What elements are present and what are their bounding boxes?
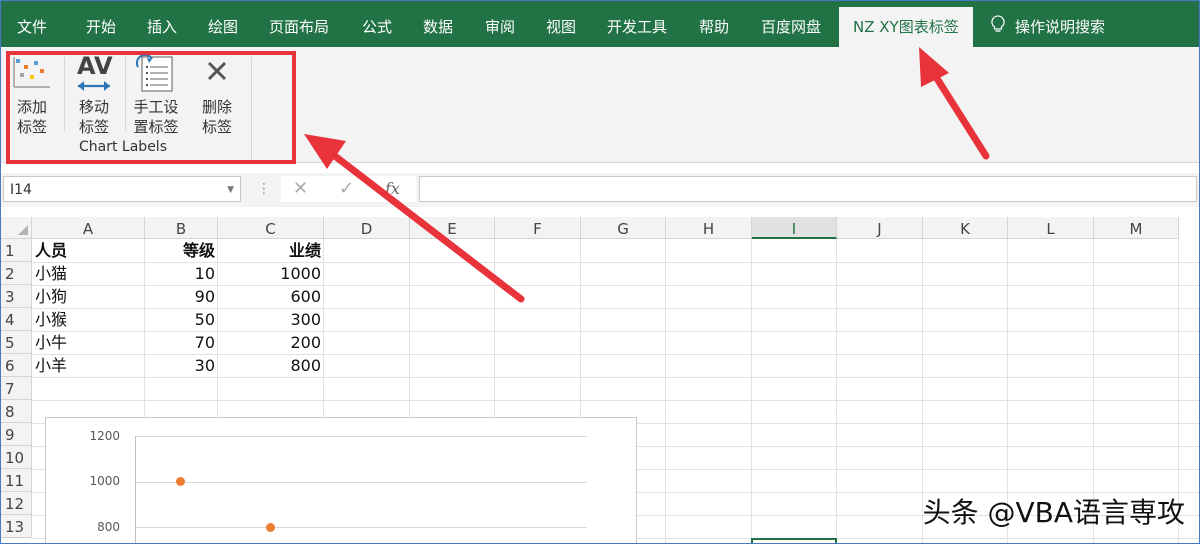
column-header-d[interactable]: D (324, 217, 410, 239)
column-header-e[interactable]: E (410, 217, 495, 239)
row-header-2[interactable]: 2 (1, 262, 32, 285)
tab-insert[interactable]: 插入 (147, 1, 177, 47)
select-all-button[interactable] (1, 217, 32, 239)
gridline (135, 527, 587, 528)
column-header-c[interactable]: C (218, 217, 324, 239)
tab-draw[interactable]: 绘图 (208, 1, 238, 47)
enter-icon[interactable]: ✓ (339, 176, 354, 202)
tab-formulas[interactable]: 公式 (362, 1, 392, 47)
cell-c4[interactable]: 300 (218, 308, 323, 331)
highlight-box (6, 51, 296, 164)
column-header-f[interactable]: F (495, 217, 581, 239)
row-header-7[interactable]: 7 (1, 377, 32, 400)
row-header-3[interactable]: 3 (1, 285, 32, 308)
cell-b4[interactable]: 50 (145, 308, 217, 331)
row-header-4[interactable]: 4 (1, 308, 32, 331)
cell-b2[interactable]: 10 (145, 262, 217, 285)
column-header-k[interactable]: K (923, 217, 1008, 239)
excel-window: 文件 开始 插入 绘图 页面布局 公式 数据 审阅 视图 开发工具 帮助 百度网… (0, 0, 1200, 544)
row-header-1[interactable]: 1 (1, 239, 32, 262)
cell-c6[interactable]: 800 (218, 354, 323, 377)
cell-a5[interactable]: 小牛 (33, 331, 144, 354)
row-header-13[interactable]: 13 (1, 515, 32, 538)
y-tick-label: 1000 (89, 474, 120, 488)
column-header-m[interactable]: M (1094, 217, 1179, 239)
tab-developer[interactable]: 开发工具 (607, 1, 667, 47)
insert-function-icon[interactable]: fx (385, 176, 400, 202)
grid-line (32, 377, 1199, 378)
cell-a4[interactable]: 小猴 (33, 308, 144, 331)
name-box-value: I14 (10, 182, 32, 198)
ribbon-tabs: 文件 开始 插入 绘图 页面布局 公式 数据 审阅 视图 开发工具 帮助 百度网… (1, 1, 1199, 47)
more-icon: ⋮ (257, 181, 271, 197)
y-tick-label: 1200 (89, 429, 120, 443)
y-axis-line (135, 436, 136, 543)
row-header-9[interactable]: 9 (1, 423, 32, 446)
row-header-12[interactable]: 12 (1, 492, 32, 515)
formula-input[interactable] (419, 176, 1197, 202)
lightbulb-icon (991, 2, 1005, 54)
row-header-5[interactable]: 5 (1, 331, 32, 354)
cell-a6[interactable]: 小羊 (33, 354, 144, 377)
scatter-chart[interactable]: 1200 1000 800 (45, 417, 637, 543)
column-header-h[interactable]: H (666, 217, 752, 239)
scatter-point[interactable] (175, 477, 185, 486)
column-header-l[interactable]: L (1008, 217, 1094, 239)
grid-line (32, 400, 1199, 401)
tell-me-search[interactable]: 操作说明搜索 (991, 1, 1105, 47)
cell-c1[interactable]: 业绩 (218, 239, 323, 262)
column-header-b[interactable]: B (145, 217, 218, 239)
row-header-11[interactable]: 11 (1, 469, 32, 492)
tab-view[interactable]: 视图 (546, 1, 576, 47)
tab-page-layout[interactable]: 页面布局 (269, 1, 329, 47)
cell-a1[interactable]: 人员 (33, 239, 144, 262)
active-cell-i14[interactable] (751, 538, 837, 543)
column-header-a[interactable]: A (32, 217, 145, 239)
row-header-6[interactable]: 6 (1, 354, 32, 377)
tab-help[interactable]: 帮助 (699, 1, 729, 47)
watermark: 头条 @VBA语言専攻 (922, 496, 1185, 529)
tell-me-label: 操作说明搜索 (1015, 18, 1106, 36)
tab-baidu-netdisk[interactable]: 百度网盘 (761, 1, 821, 47)
cell-b5[interactable]: 70 (145, 331, 217, 354)
tab-nz-xy-chart-labels[interactable]: NZ XY图表标签 (839, 7, 973, 47)
tab-home[interactable]: 开始 (86, 1, 116, 47)
column-header-g[interactable]: G (581, 217, 666, 239)
formula-buttons: ✕ ✓ fx (281, 176, 416, 202)
cell-c2[interactable]: 1000 (218, 262, 323, 285)
column-header-i[interactable]: I (752, 217, 837, 239)
tab-data[interactable]: 数据 (423, 1, 453, 47)
cell-b6[interactable]: 30 (145, 354, 217, 377)
tab-file[interactable]: 文件 (17, 1, 47, 47)
scatter-point[interactable] (265, 522, 275, 532)
cell-b1[interactable]: 等级 (145, 239, 217, 262)
cell-a2[interactable]: 小猫 (33, 262, 144, 285)
name-box[interactable]: I14 ▼ (3, 176, 241, 202)
cell-b3[interactable]: 90 (145, 285, 217, 308)
row-header-10[interactable]: 10 (1, 446, 32, 469)
formula-bar: I14 ▼ ⋮ ✕ ✓ fx (1, 173, 1199, 207)
cell-a3[interactable]: 小狗 (33, 285, 144, 308)
cell-c5[interactable]: 200 (218, 331, 323, 354)
chevron-down-icon[interactable]: ▼ (227, 177, 234, 203)
column-header-j[interactable]: J (837, 217, 923, 239)
gridline (135, 436, 587, 437)
row-header-8[interactable]: 8 (1, 400, 32, 423)
gridline (135, 482, 587, 483)
y-tick-label: 800 (97, 520, 120, 534)
cell-c3[interactable]: 600 (218, 285, 323, 308)
tab-review[interactable]: 审阅 (485, 1, 515, 47)
cancel-icon[interactable]: ✕ (293, 176, 308, 202)
